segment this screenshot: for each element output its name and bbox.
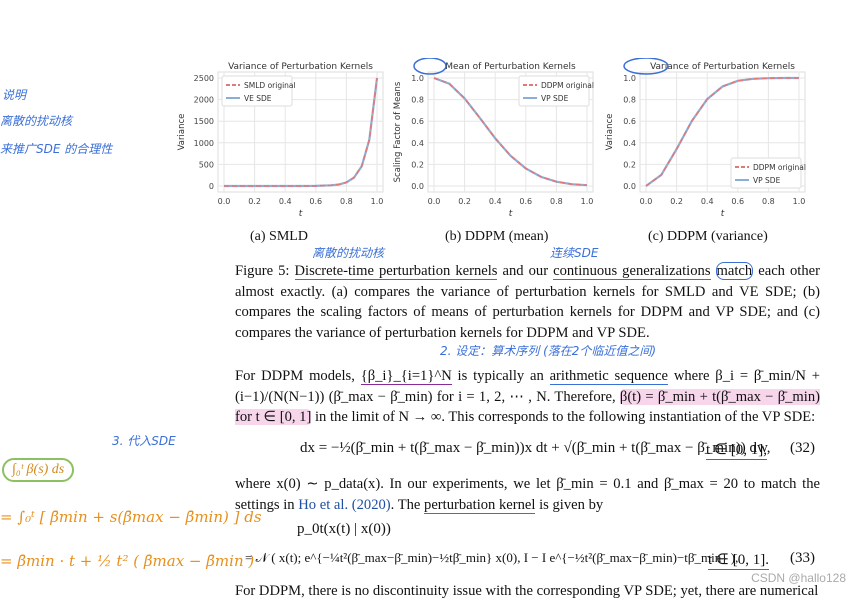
subcaption-b: (b) DDPM (mean): [445, 229, 549, 244]
citation-link[interactable]: Ho et al. (2020): [298, 497, 390, 513]
text: is given by: [535, 496, 604, 513]
equation-32: dx = −½(β̄_min + t(β̄_max − β̄_min))x dt…: [300, 440, 771, 457]
x-tick-label: 0.2: [248, 197, 261, 206]
y-tick-label: 0.2: [411, 160, 424, 169]
paragraph-next: For DDPM, there is no discontinuity issu…: [235, 583, 819, 599]
eq33-number: (33): [790, 550, 815, 566]
y-tick-label: 0.0: [623, 182, 636, 191]
eq32-number: (32): [790, 440, 815, 456]
eq33-condition: t ∈ [0, 1].: [708, 552, 769, 570]
arithmetic-sequence: arithmetic sequence: [549, 368, 669, 385]
y-tick-label: 0: [209, 182, 214, 191]
x-tick-label: 0.8: [340, 197, 353, 206]
watermark: CSDN @hallo128: [751, 571, 846, 585]
x-tick-label: 0.6: [519, 197, 532, 206]
note-integral: ∫₀ᵗ β(s) ds: [2, 458, 75, 482]
chart-ddpm-mean: Mean of Perturbation Kernels 0.0 0.2 0.4 0.6…: [393, 58, 594, 218]
text: . The: [390, 496, 425, 513]
eq33-rhs: = 𝒩 ( x(t); e^{−¼t²(β̄_max−β̄_min)−½tβ̄_…: [245, 550, 739, 565]
x-tick-label: 0.2: [670, 197, 683, 206]
eq33-lhs: p_0t(x(t) | x(0)): [297, 521, 391, 537]
paragraph-kernel: where x(0) ∼ p_data(x). In our experimen…: [235, 474, 820, 515]
x-axis-label: t: [721, 209, 725, 218]
text: For DDPM models,: [235, 368, 361, 384]
x-axis-label: t: [299, 209, 303, 218]
chart-title: Variance of Perturbation Kernels: [650, 62, 795, 72]
y-tick-label: 1.0: [623, 74, 636, 83]
note-integral-expand: = ∫₀ᵗ [ β̄min + s(β̄max − β̄min) ] ds: [0, 508, 262, 526]
eq32-condition: t ∈ [0, 1],: [706, 442, 767, 460]
y-axis-label: Variance: [605, 114, 615, 151]
x-tick-label: 0.0: [640, 197, 653, 206]
text: in the limit of N → ∞. This corresponds …: [311, 409, 816, 425]
chart-title: Mean of Perturbation Kernels: [445, 62, 576, 72]
legend-label: VE SDE: [244, 94, 272, 103]
figure-caption: Figure 5: Discrete-time perturbation ker…: [235, 261, 820, 343]
y-tick-label: 0.4: [623, 139, 636, 148]
x-tick-label: 0.6: [731, 197, 744, 206]
legend-label: VP SDE: [541, 94, 569, 103]
caption-match: match: [715, 262, 754, 280]
x-tick-label: 1.0: [793, 197, 806, 206]
x-tick-label: 0.0: [428, 197, 441, 206]
chart-smld-variance: Variance of Perturbation Kernels 0.0 0.2 0.…: [177, 62, 384, 218]
chart-ddpm-variance: Variance of Perturbation Kernels 0.0 0.2 0.…: [605, 58, 806, 218]
y-axis-label: Variance: [177, 114, 187, 151]
x-tick-label: 0.6: [309, 197, 322, 206]
x-tick-label: 0.0: [218, 197, 231, 206]
note-step2: 2. 设定：算术序列 (落在2个临近值之间): [440, 344, 657, 358]
note-left-1: 说明: [2, 88, 27, 102]
y-tick-label: 1000: [194, 139, 214, 148]
y-tick-label: 0.6: [623, 117, 636, 126]
paragraph-ddpm: For DDPM models, {β_i}_{i=1}^N is typica…: [235, 366, 820, 428]
x-tick-label: 0.4: [489, 197, 502, 206]
x-tick-label: 0.8: [762, 197, 775, 206]
x-tick-label: 0.4: [279, 197, 292, 206]
legend-label: DDPM original: [753, 163, 806, 172]
y-tick-label: 0.8: [623, 96, 636, 105]
note-integral-result: = β̄min · t + ½ t² ( β̄max − β̄min ): [0, 552, 255, 570]
y-axis-label: Scaling Factor of Means: [393, 81, 403, 182]
note-discrete: 离散的扰动核: [312, 246, 385, 260]
caption-text: [711, 263, 716, 279]
legend-label: VP SDE: [753, 176, 781, 185]
caption-label: Figure 5:: [235, 263, 290, 279]
x-axis-label: t: [509, 209, 513, 218]
y-tick-label: 0.6: [411, 117, 424, 126]
note-continuous: 连续SDE: [550, 246, 599, 260]
note-left-2: 离散的扰动核: [0, 114, 73, 128]
caption-discrete: Discrete-time perturbation kernels: [294, 263, 498, 280]
subcaption-a: (a) SMLD: [250, 229, 308, 244]
y-tick-label: 0.8: [411, 96, 424, 105]
subcaption-c: (c) DDPM (variance): [648, 229, 768, 244]
x-tick-label: 0.8: [550, 197, 563, 206]
x-tick-label: 0.4: [701, 197, 714, 206]
note-left-3: 来推广SDE 的合理性: [0, 142, 113, 156]
y-tick-label: 500: [199, 160, 214, 169]
chart-title: Variance of Perturbation Kernels: [228, 62, 373, 72]
y-tick-label: 1500: [194, 117, 214, 126]
caption-text: and our: [497, 263, 554, 279]
y-tick-label: 0.2: [623, 160, 636, 169]
beta-sequence: {β_i}_{i=1}^N: [360, 368, 452, 385]
y-tick-label: 0.4: [411, 139, 424, 148]
legend-label: SMLD original: [244, 81, 296, 90]
eq32-body: dx = −½(β̄_min + t(β̄_max − β̄_min))x dt…: [300, 440, 771, 456]
y-tick-label: 0.0: [411, 182, 424, 191]
y-tick-label: 1.0: [411, 74, 424, 83]
legend-label: DDPM original: [541, 81, 594, 90]
y-tick-label: 2000: [194, 96, 214, 105]
note-step3: 3. 代入SDE: [112, 434, 176, 448]
text: is typically an: [451, 368, 550, 384]
perturbation-kernel: perturbation kernel: [424, 496, 536, 514]
caption-continuous: continuous generalizations: [553, 263, 711, 280]
x-tick-label: 0.2: [458, 197, 471, 206]
y-tick-label: 2500: [194, 74, 214, 83]
